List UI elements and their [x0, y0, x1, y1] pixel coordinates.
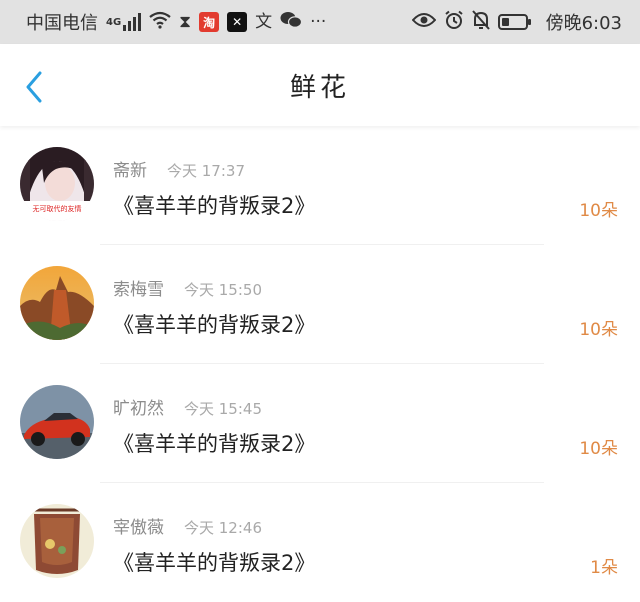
- translate-icon: 文: [255, 11, 273, 32]
- list-item[interactable]: 宰傲薇 今天 12:46 《喜羊羊的背叛录2》 1朵: [0, 483, 640, 602]
- sender-name: 旷初然: [113, 399, 164, 419]
- avatar[interactable]: [20, 266, 94, 340]
- book-title: 《喜羊羊的背叛录2》: [113, 313, 316, 337]
- back-button[interactable]: [20, 70, 48, 104]
- flower-count: 1朵: [590, 558, 618, 578]
- list-item[interactable]: 旷初然 今天 15:45 《喜羊羊的背叛录2》 10朵: [0, 364, 640, 483]
- carrier-label: 中国电信: [26, 13, 98, 34]
- avatar[interactable]: 无可取代的友情: [20, 147, 94, 221]
- sender-name: 斋新: [113, 161, 147, 181]
- network-type: 4G: [106, 17, 122, 28]
- title-bar: 鲜花: [0, 44, 640, 126]
- book-title: 《喜羊羊的背叛录2》: [113, 432, 316, 456]
- sender-name: 索梅雪: [113, 280, 164, 300]
- flower-count: 10朵: [579, 320, 618, 340]
- more-notifications-icon: ···: [310, 11, 327, 32]
- sender-name: 宰傲薇: [113, 518, 164, 538]
- signal-icon: [123, 13, 142, 31]
- list-item[interactable]: 索梅雪 今天 15:50 《喜羊羊的背叛录2》 10朵: [0, 245, 640, 364]
- name-row: 宰傲薇 今天 12:46: [113, 513, 262, 538]
- status-bar-left: 中国电信 4G ⧗ 淘 ✕ 文 ···: [26, 9, 326, 35]
- gift-time: 今天 15:45: [184, 400, 262, 418]
- eye-icon: [411, 12, 436, 32]
- chevron-left-icon: [26, 71, 42, 103]
- status-bar: 中国电信 4G ⧗ 淘 ✕ 文 ··· 傍晚6:03: [0, 0, 640, 44]
- avatar[interactable]: [20, 385, 94, 459]
- avatar[interactable]: [20, 504, 94, 578]
- page-title: 鲜花: [289, 72, 350, 103]
- name-row: 索梅雪 今天 15:50: [113, 275, 262, 300]
- capcut-icon: ✕: [227, 12, 248, 32]
- name-row: 旷初然 今天 15:45: [113, 394, 262, 419]
- gift-time: 今天 12:46: [184, 519, 262, 537]
- alarm-icon: [444, 10, 464, 34]
- book-title: 《喜羊羊的背叛录2》: [113, 194, 316, 218]
- wechat-icon: [280, 11, 303, 33]
- battery-icon: [497, 14, 531, 30]
- flower-gift-list: 无可取代的友情 斋新 今天 17:37 《喜羊羊的背叛录2》 10朵 索梅雪 今…: [0, 126, 640, 602]
- book-title: 《喜羊羊的背叛录2》: [113, 551, 316, 575]
- gift-time: 今天 17:37: [167, 162, 245, 180]
- status-time: 傍晚6:03: [545, 13, 622, 34]
- flower-count: 10朵: [579, 201, 618, 221]
- gift-time: 今天 15:50: [184, 281, 262, 299]
- name-row: 斋新 今天 17:37: [113, 156, 245, 181]
- list-item[interactable]: 无可取代的友情 斋新 今天 17:37 《喜羊羊的背叛录2》 10朵: [0, 126, 640, 245]
- wifi-icon: [149, 11, 171, 33]
- hourglass-icon: ⧗: [179, 11, 192, 32]
- taobao-icon: 淘: [199, 12, 220, 32]
- flower-count: 10朵: [579, 439, 618, 459]
- mute-bell-icon: [471, 10, 490, 34]
- status-bar-right: 傍晚6:03: [411, 9, 622, 35]
- svg-text:无可取代的友情: 无可取代的友情: [33, 204, 82, 213]
